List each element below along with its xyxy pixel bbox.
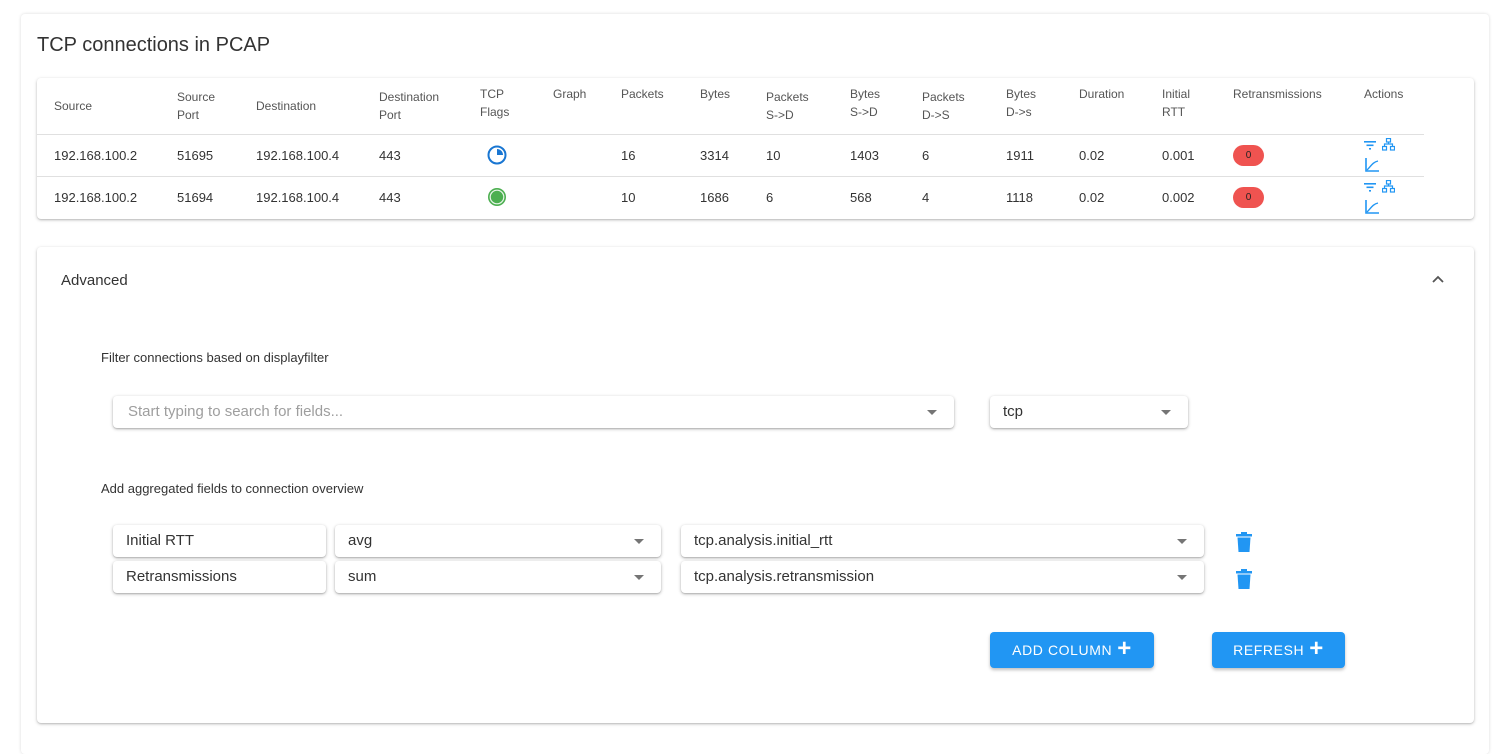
chart-line-icon[interactable]	[1365, 158, 1379, 172]
col-duration: Duration	[1062, 78, 1145, 135]
field-search-select[interactable]	[113, 396, 954, 428]
col-destination: Destination	[239, 78, 362, 135]
cell-packets-ds: 4	[922, 189, 930, 205]
cell-packets: 10	[621, 189, 636, 205]
add-column-label: ADD COLUMN	[1012, 642, 1113, 658]
cell-graph	[536, 176, 604, 218]
advanced-panel: Advanced Filter connections based on dis…	[37, 247, 1474, 723]
cell-retransmissions: 0	[1216, 176, 1347, 218]
cell-actions	[1347, 176, 1424, 218]
cell-bytes-ds: 1911	[989, 134, 1062, 177]
cell-packets-sd: 6	[766, 189, 774, 205]
aggregate-function-value: sum	[348, 568, 377, 585]
table-header-row: Source Source Port Destination Destinatio…	[37, 78, 1424, 135]
cell-tcp-flags	[463, 176, 536, 218]
protocol-select-value: tcp	[1003, 403, 1024, 420]
col-packets-ds: Packets D->S	[905, 78, 989, 135]
cell-packets-sd: 10	[749, 134, 833, 177]
dropdown-arrow-icon[interactable]	[927, 410, 937, 415]
chevron-up-icon[interactable]	[1431, 272, 1445, 286]
cell-destination: 192.168.100.4	[256, 189, 340, 205]
cell-bytes-sd: 1403	[833, 134, 905, 177]
add-column-button[interactable]: ADD COLUMN +	[990, 632, 1154, 668]
col-bytes-sd: Bytes S->D	[833, 78, 905, 135]
cell-duration: 0.02	[1079, 189, 1105, 205]
plus-icon: +	[1117, 635, 1132, 662]
col-actions: Actions	[1347, 78, 1424, 135]
cell-source: 192.168.100.2	[37, 134, 160, 177]
delete-icon[interactable]	[1236, 532, 1252, 552]
cell-source-port: 51694	[177, 189, 214, 205]
col-retransmissions: Retransmissions	[1216, 78, 1347, 135]
filter-icon[interactable]	[1364, 140, 1376, 150]
aggregate-function-value: avg	[348, 532, 373, 549]
aggregate-name-input[interactable]: Retransmissions	[113, 561, 326, 593]
col-destination-port: Destination Port	[362, 78, 463, 135]
cell-bytes: 1686	[700, 189, 729, 205]
refresh-label: REFRESH	[1233, 642, 1305, 658]
aggregate-name-value: Initial RTT	[126, 532, 195, 549]
table-row: 192.168.100.2 51695 192.168.100.4 443 16…	[37, 134, 1424, 177]
col-graph: Graph	[536, 78, 604, 135]
col-packets: Packets	[604, 78, 683, 135]
cell-bytes-sd: 568	[850, 189, 872, 205]
cell-bytes: 3314	[683, 134, 749, 177]
aggregate-name-value: Retransmissions	[126, 568, 237, 585]
full-circle-icon	[488, 188, 506, 207]
dropdown-arrow-icon[interactable]	[1177, 539, 1187, 544]
connections-table-card: Source Source Port Destination Destinatio…	[37, 78, 1474, 219]
plus-icon: +	[1309, 635, 1324, 662]
dropdown-arrow-icon[interactable]	[1177, 575, 1187, 580]
page-title: TCP connections in PCAP	[37, 34, 271, 56]
cell-retransmissions: 0	[1216, 134, 1347, 177]
col-source-port: Source Port	[160, 78, 239, 135]
field-search-input[interactable]	[126, 402, 872, 421]
aggregate-function-select[interactable]: avg	[335, 525, 661, 557]
partial-circle-icon	[487, 145, 507, 165]
col-tcp-flags: TCP Flags	[463, 78, 536, 135]
aggregate-field-value: tcp.analysis.retransmission	[694, 568, 875, 585]
connections-table: Source Source Port Destination Destinatio…	[37, 78, 1424, 218]
cell-packets-ds: 6	[905, 134, 989, 177]
cell-tcp-flags	[463, 134, 536, 177]
col-initial-rtt: Initial RTT	[1145, 78, 1216, 135]
cell-duration: 0.02	[1062, 134, 1145, 177]
aggregate-field-select[interactable]: tcp.analysis.initial_rtt	[681, 525, 1204, 557]
col-bytes: Bytes	[683, 78, 749, 135]
retransmissions-badge: 0	[1233, 186, 1264, 208]
cell-destination: 192.168.100.4	[239, 134, 362, 177]
aggregate-field-select[interactable]: tcp.analysis.retransmission	[681, 561, 1204, 593]
chart-line-icon[interactable]	[1365, 200, 1379, 215]
filter-label: Filter connections based on displayfilte…	[101, 350, 329, 365]
cell-source-port: 51695	[160, 134, 239, 177]
cell-graph	[536, 134, 604, 177]
col-bytes-ds: Bytes D->s	[989, 78, 1062, 135]
dropdown-arrow-icon[interactable]	[634, 539, 644, 544]
dropdown-arrow-icon[interactable]	[1161, 410, 1171, 415]
cell-packets: 16	[604, 134, 683, 177]
refresh-button[interactable]: REFRESH +	[1212, 632, 1345, 668]
protocol-select[interactable]: tcp	[990, 396, 1188, 428]
aggregate-label: Add aggregated fields to connection over…	[101, 481, 364, 496]
aggregate-field-value: tcp.analysis.initial_rtt	[694, 532, 833, 549]
retransmissions-badge: 0	[1233, 144, 1264, 166]
delete-icon[interactable]	[1236, 569, 1252, 589]
cell-initial-rtt: 0.002	[1162, 189, 1195, 205]
cell-destination-port: 443	[362, 134, 463, 177]
table-row: 192.168.100.2 51694 192.168.100.4 443 10…	[37, 176, 1424, 218]
cell-destination-port: 443	[379, 189, 401, 205]
dropdown-arrow-icon[interactable]	[634, 575, 644, 580]
cell-source: 192.168.100.2	[54, 189, 138, 205]
aggregate-name-input[interactable]: Initial RTT	[113, 525, 326, 557]
advanced-panel-header[interactable]: Advanced	[61, 272, 128, 289]
sitemap-icon[interactable]	[1382, 138, 1395, 151]
cell-bytes-ds: 1118	[1006, 189, 1033, 205]
col-source: Source	[37, 78, 160, 135]
aggregate-function-select[interactable]: sum	[335, 561, 661, 593]
col-packets-sd: Packets S->D	[749, 78, 833, 135]
sitemap-icon[interactable]	[1382, 180, 1395, 193]
cell-initial-rtt: 0.001	[1145, 134, 1216, 177]
filter-icon[interactable]	[1364, 182, 1376, 192]
cell-actions	[1347, 134, 1424, 177]
